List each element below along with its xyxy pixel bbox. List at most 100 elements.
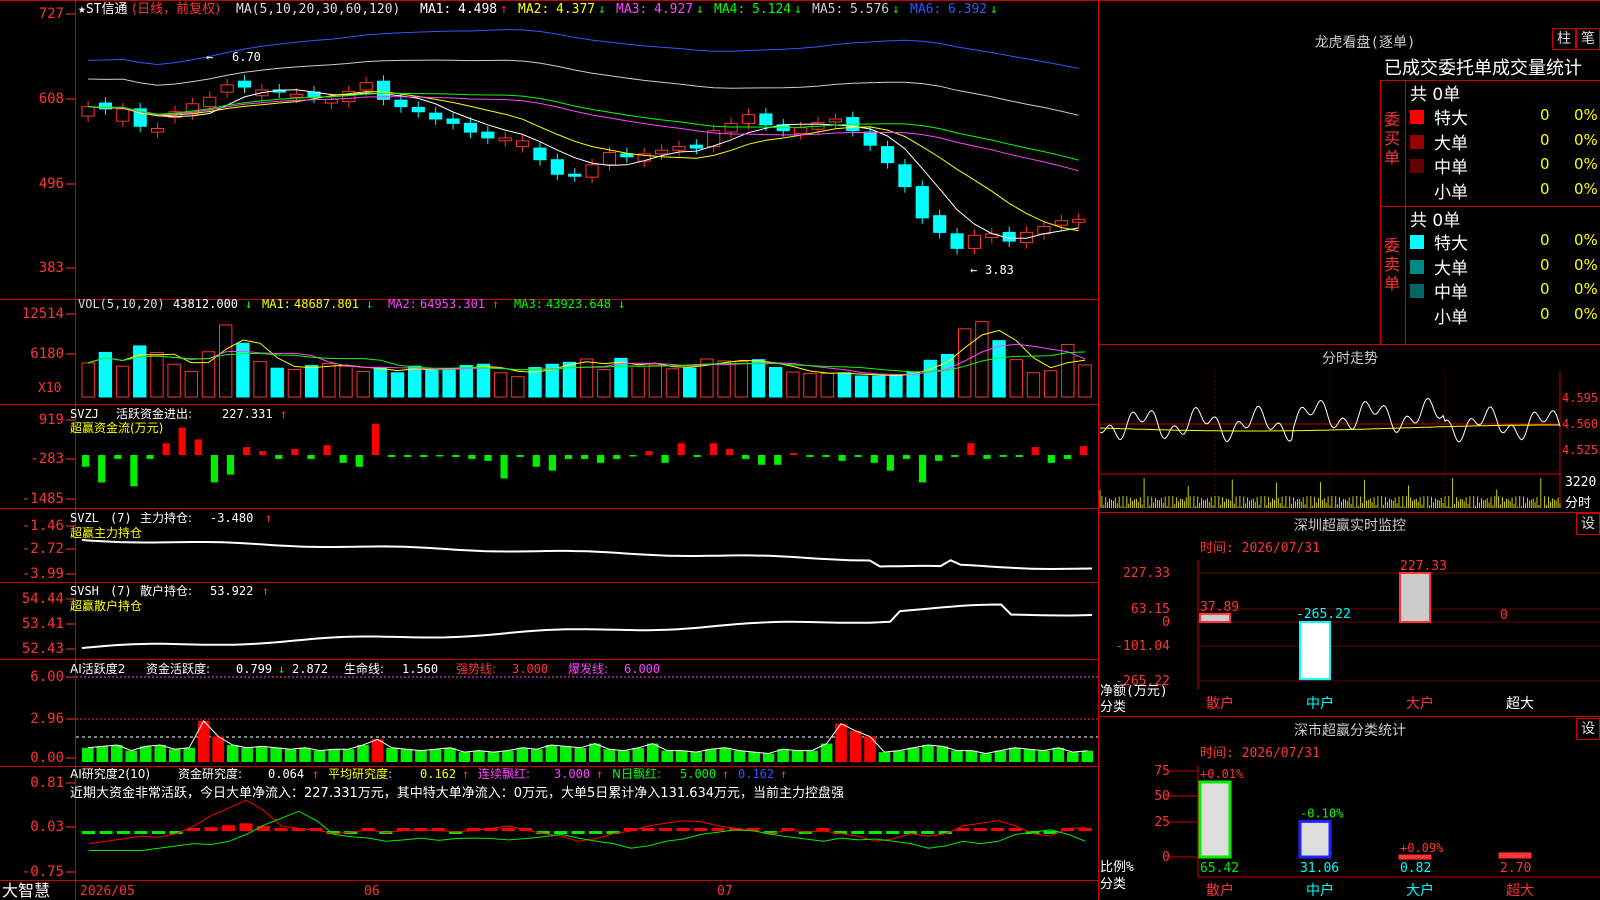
y-tick: 12514 [22,306,64,322]
volume-bar [579,358,594,398]
svzj-bar [677,443,685,455]
vol-ma-label: MA2: [388,297,417,311]
order-count: 0 [1540,304,1550,323]
volume-bar [734,361,748,398]
bar-mode-button[interactable]: 柱 [1552,28,1576,50]
y-axis-ticks: 727 608 496 383 12514 6180 919 -283 -1485 -1.46 -2… [22,6,75,880]
ai2-bar [82,831,96,835]
order-count: 0 [1540,255,1550,274]
svzj-bar [436,455,444,457]
order-percent: 0% [1574,231,1598,249]
volume-bar [683,367,697,398]
sell-label: 委卖单 [1384,236,1401,293]
ai2-bar [676,828,690,831]
svsh-value: 53.922 [210,584,253,598]
y-tick: 2.96 [30,711,64,727]
ai2-bar [851,831,865,834]
candle-body [880,146,895,164]
order-color-swatch [1410,284,1424,298]
candle-body [116,108,130,122]
vol-ma-label: MA1: [262,297,291,311]
ai1-bar [429,749,442,762]
svzj-bar [484,455,492,461]
svzj-value: 227.331 [222,407,273,421]
svzj-desc: 活跃资金进出: [116,406,192,421]
candle-body [359,82,373,91]
ai2-bar [886,831,900,834]
vol-label: VOL(5,10,20) [78,297,165,311]
svzj-bar [967,443,975,455]
sz-cat-label: 中户 [1306,695,1334,712]
high-arrow-icon: ← [206,50,213,64]
ma-header-arrow: ↓ [990,2,998,17]
ai2-bar [116,831,131,834]
ma-header-value: 4.927 [654,2,693,17]
chart-canvas[interactable]: 4.5954.5604.525 227.3363.150-101.04-265.… [0,0,1600,900]
svzj-bar [629,455,637,457]
ai1-bar [125,750,138,762]
y-tick: 0.00 [30,750,64,766]
ai1-bar [661,750,674,762]
svzj-bar [1079,446,1088,455]
sz-value-label: 0 [1500,608,1508,623]
ss-cat-label: 超大 [1506,883,1534,899]
volume-bar [906,371,920,398]
ai1-bar [1023,749,1036,762]
svzl-line-path [81,539,1093,571]
volume-bar [992,340,1006,398]
ai1-bar [560,746,572,762]
ai1-bar [1052,747,1065,762]
ai2-bar [99,831,113,834]
candle-body [950,233,964,249]
candle-body [741,114,756,124]
ss-settings-button[interactable]: 设 [1576,718,1600,740]
ai1-bar [82,747,94,762]
ss-bar [1398,854,1432,860]
stock-period: (日线，前复权) [132,1,220,17]
svzj-bar [355,455,363,467]
x-label-jul: 07 [717,884,733,899]
volume-bar [854,375,869,398]
ma-header-value: 4.498 [458,2,497,17]
y-tick: 6180 [30,346,64,362]
ma-line-2 [88,91,1079,232]
ai1-bar [183,747,195,762]
order-percent: 0% [1574,155,1598,173]
sz-bar [1299,621,1331,681]
ai1-bar [357,744,369,762]
svsh-line-path [81,603,1093,649]
ai1-bar [849,730,862,762]
lhkp-title: 龙虎看盘(逐单) [1314,35,1416,51]
svzj-title: SVZJ [70,407,99,421]
svzl-line [81,539,1093,571]
y-tick: 919 [39,412,64,428]
svzj-bar [870,455,878,463]
volume-bar [150,351,164,398]
ai1-strong-label: 强势线: [456,662,496,676]
vol-ma-label: MA3: [514,297,543,311]
ai2-bar [868,831,882,834]
volume-bar [837,372,852,398]
svzj-bar [323,445,331,455]
sz-title: 深圳超赢实时监控 [1294,518,1406,534]
volume-bar [648,364,663,398]
sz-settings-button[interactable]: 设 [1576,513,1600,535]
candle-body [672,146,686,151]
svsh-sub: 超赢散户持仓 [70,598,142,613]
order-type-label: 中单 [1434,283,1468,303]
volume-bar [253,361,267,398]
vol-value: 43812.000 [173,297,238,311]
fs-vol: 3220 [1565,475,1597,490]
volume-bar [665,368,680,398]
vol-ma-value: 48687.801 [294,297,359,311]
ai1-bar [473,750,485,762]
ai1-bar [646,743,659,762]
tick-mode-button[interactable]: 笔 [1576,28,1600,50]
svzj-bar [114,455,122,459]
svzj-bar [1015,455,1023,457]
ai1-bar [1009,747,1021,762]
sz-bar [1199,612,1231,623]
volume-bar [442,368,456,398]
candle-body [967,234,982,249]
sz-cat-label: 大户 [1406,695,1434,712]
